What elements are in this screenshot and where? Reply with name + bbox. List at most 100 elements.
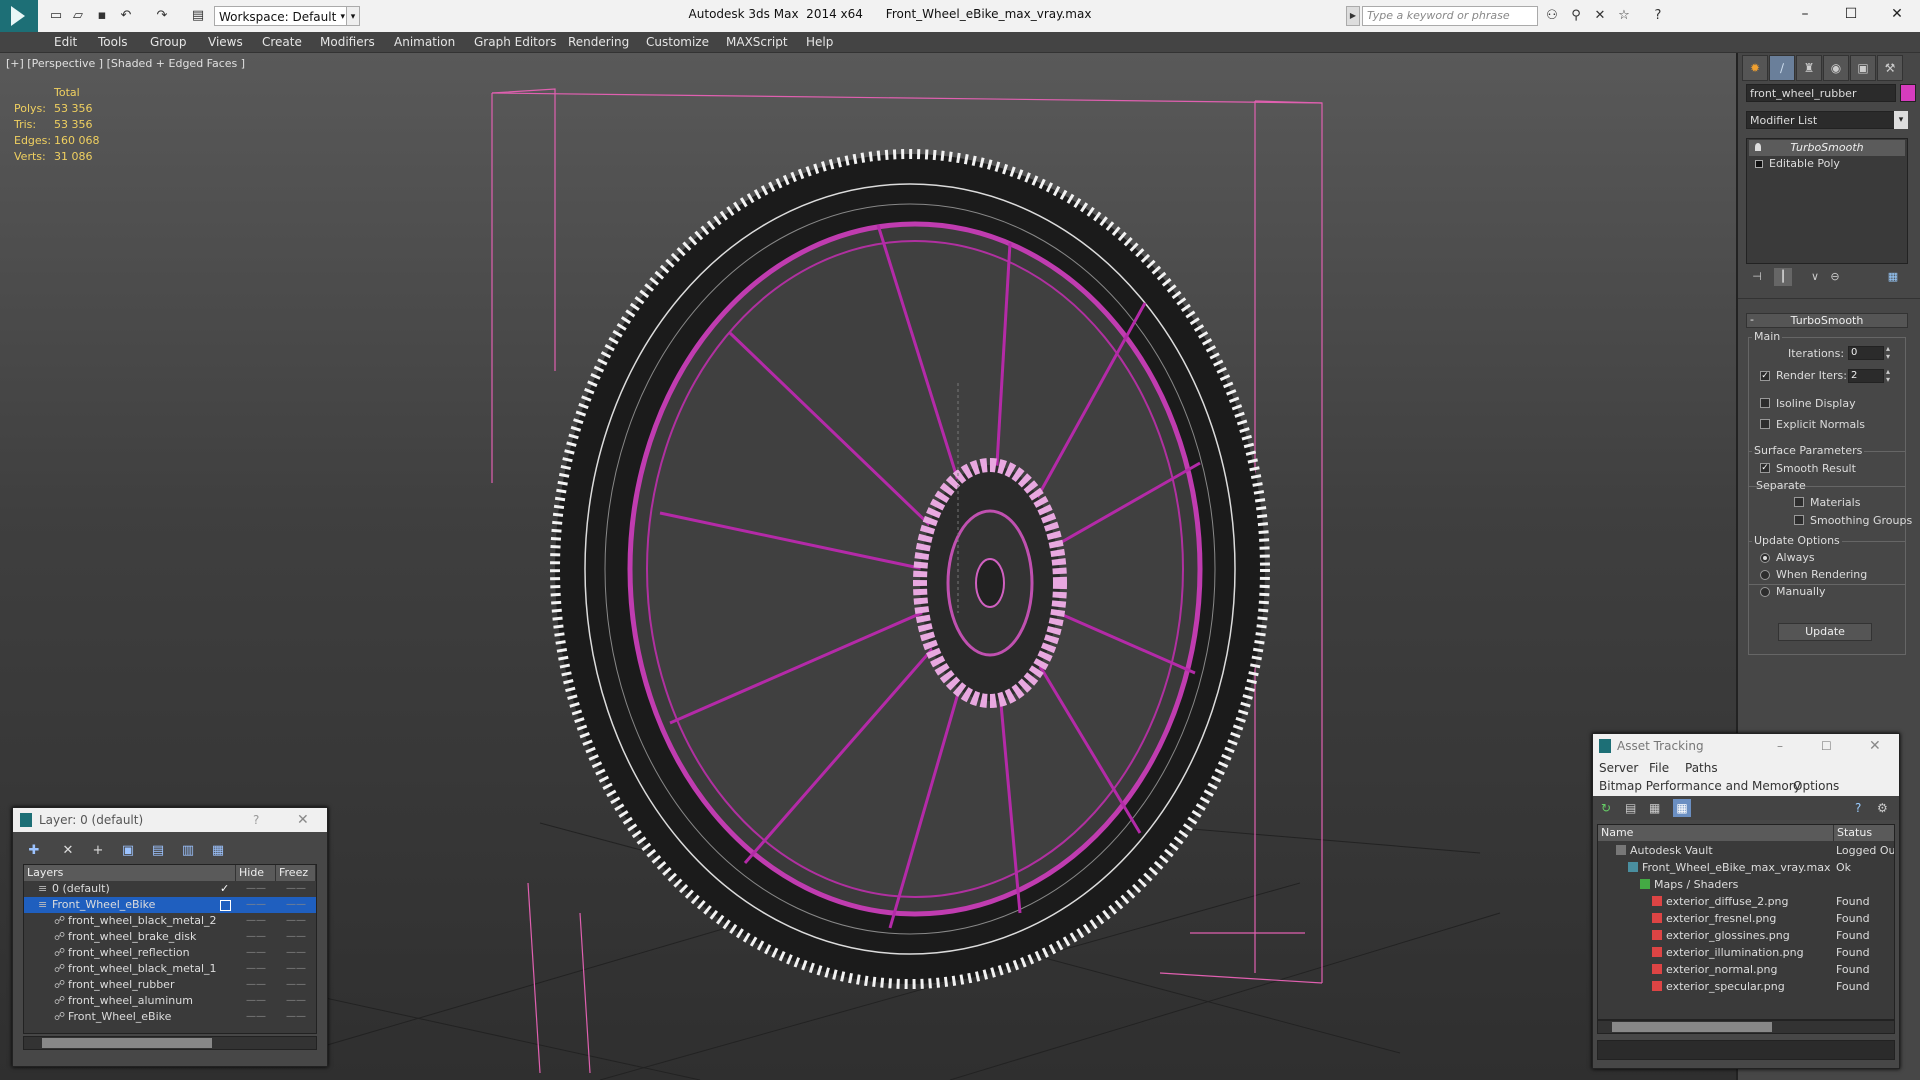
maximize-button[interactable]: ☐ (1828, 0, 1874, 28)
undo-icon[interactable]: ↶ (118, 8, 134, 24)
chevron-down-icon[interactable]: ▾ (1894, 111, 1908, 129)
materials-checkbox[interactable] (1794, 497, 1804, 507)
asset-row[interactable]: exterior_specular.png Found (1598, 978, 1894, 995)
create-layer-icon[interactable]: ✚ (25, 842, 43, 860)
hide-toggle[interactable]: —— (246, 913, 266, 929)
highlight-layer-icon[interactable]: ▤ (149, 842, 167, 860)
save-icon[interactable]: ▪ (94, 8, 110, 24)
current-layer-check-icon[interactable]: ✓ (220, 881, 229, 897)
close-icon[interactable]: ✕ (1869, 734, 1881, 758)
column-header-freeze[interactable]: Freez (276, 865, 316, 881)
minimize-button[interactable]: – (1782, 0, 1828, 28)
add-to-layer-icon[interactable]: + (89, 842, 107, 860)
hide-toggle[interactable]: —— (246, 929, 266, 945)
spinner-arrows-icon[interactable]: ▴ ▾ (1886, 368, 1890, 384)
layer-row[interactable]: ☍ front_wheel_brake_disk —— —— (24, 929, 316, 945)
asset-row[interactable]: Front_Wheel_eBike_max_vray.max Ok (1598, 859, 1894, 876)
turbosmooth-rollout-header[interactable]: TurboSmooth (1746, 313, 1908, 328)
menu-animation[interactable]: Animation (394, 32, 455, 52)
pin-stack-icon[interactable]: ⊣ (1748, 268, 1766, 286)
freeze-toggle[interactable]: —— (286, 993, 306, 1009)
hierarchy-tab-icon[interactable]: ♜ (1796, 55, 1822, 81)
hide-toggle[interactable]: —— (246, 897, 266, 913)
layer-dialog-titlebar[interactable]: Layer: 0 (default) ? ✕ (13, 808, 327, 832)
menu-help[interactable]: Help (806, 32, 833, 52)
freeze-toggle[interactable]: —— (286, 881, 306, 897)
expand-icon[interactable] (1755, 160, 1763, 168)
viewport-label[interactable]: [+] [Perspective ] [Shaded + Edged Faces… (6, 57, 245, 70)
close-button[interactable]: ✕ (1874, 0, 1920, 28)
communication-icon[interactable]: ✕ (1592, 8, 1608, 24)
help-icon[interactable]: ? (1855, 801, 1869, 815)
hide-toggle[interactable]: —— (246, 961, 266, 977)
asset-row[interactable]: exterior_normal.png Found (1598, 961, 1894, 978)
menu-rendering[interactable]: Rendering (568, 32, 629, 52)
spinner-arrows-icon[interactable]: ▴ ▾ (1886, 345, 1890, 361)
freeze-toggle[interactable]: —— (286, 961, 306, 977)
search-input[interactable]: Type a keyword or phrase (1362, 6, 1538, 26)
asset-menu-paths[interactable]: Paths (1685, 761, 1718, 775)
layer-row[interactable]: ☍ front_wheel_black_metal_2 —— —— (24, 913, 316, 929)
manually-radio[interactable] (1760, 587, 1770, 597)
render-iters-spinner[interactable]: 2 (1848, 369, 1884, 383)
menu-tools[interactable]: Tools (98, 32, 128, 52)
lightbulb-icon[interactable] (1755, 143, 1761, 151)
stack-item-editable-poly[interactable]: Editable Poly (1749, 156, 1905, 172)
layer-row[interactable]: ☍ front_wheel_black_metal_1 —— —— (24, 961, 316, 977)
freeze-toggle[interactable]: —— (286, 913, 306, 929)
open-file-icon[interactable]: ▱ (70, 8, 86, 24)
freeze-toggle[interactable]: —— (286, 945, 306, 961)
asset-row[interactable]: exterior_fresnel.png Found (1598, 910, 1894, 927)
rollout-collapse-icon[interactable]: - (1750, 313, 1754, 326)
workspace-select[interactable]: Workspace: Default ▾ (214, 6, 348, 26)
binoculars-icon[interactable]: ⚇ (1544, 8, 1560, 24)
isoline-display-checkbox[interactable] (1760, 398, 1770, 408)
hide-all-icon[interactable]: ▥ (179, 842, 197, 860)
hide-toggle[interactable]: —— (246, 977, 266, 993)
iterations-spinner[interactable]: 0 (1848, 346, 1884, 360)
object-name-field[interactable]: front_wheel_rubber (1746, 84, 1896, 102)
modifier-list-dropdown[interactable]: Modifier List (1746, 111, 1908, 129)
column-header-name[interactable]: Name (1598, 825, 1834, 841)
help-icon[interactable]: ? (253, 808, 259, 832)
asset-row[interactable]: exterior_diffuse_2.png Found (1598, 893, 1894, 910)
new-file-icon[interactable]: ▭ (48, 8, 64, 24)
object-color-swatch[interactable] (1900, 84, 1916, 102)
motion-tab-icon[interactable]: ◉ (1823, 55, 1849, 81)
make-unique-icon[interactable]: ∨ (1806, 268, 1824, 286)
menu-edit[interactable]: Edit (54, 32, 77, 52)
freeze-toggle[interactable]: —— (286, 929, 306, 945)
layer-row[interactable]: ☍ front_wheel_aluminum —— —— (24, 993, 316, 1009)
layer-row[interactable]: ≡ 0 (default) —— —— ✓ (24, 881, 316, 897)
hide-toggle[interactable]: —— (246, 993, 266, 1009)
show-end-result-icon[interactable]: ┃ (1774, 268, 1792, 286)
layer-row[interactable]: ☍ front_wheel_reflection —— —— (24, 945, 316, 961)
redo-icon[interactable]: ↷ (154, 8, 170, 24)
menu-views[interactable]: Views (208, 32, 243, 52)
settings-icon[interactable]: ⚙ (1877, 801, 1891, 815)
search-expand-icon[interactable]: ▶ (1346, 6, 1360, 26)
freeze-toggle[interactable]: —— (286, 897, 306, 913)
menu-create[interactable]: Create (262, 32, 302, 52)
maximize-icon[interactable]: ☐ (1821, 734, 1832, 758)
minimize-icon[interactable]: – (1777, 734, 1783, 758)
layer-row[interactable]: ≡ Front_Wheel_eBike —— —— (24, 897, 316, 913)
asset-menu-file[interactable]: File (1649, 761, 1669, 775)
configure-sets-icon[interactable]: ▦ (1884, 268, 1902, 286)
set-current-box-icon[interactable] (220, 900, 231, 911)
smoothing-groups-checkbox[interactable] (1794, 515, 1804, 525)
explicit-normals-checkbox[interactable] (1760, 419, 1770, 429)
list-view-icon[interactable]: ▤ (1625, 801, 1639, 815)
close-icon[interactable]: ✕ (297, 808, 309, 832)
asset-path-field[interactable] (1597, 1040, 1895, 1060)
column-header-layers[interactable]: Layers (24, 865, 236, 881)
favorites-icon[interactable]: ☆ (1616, 8, 1632, 24)
asset-menu-bitmap-performance[interactable]: Bitmap Performance and Memory (1599, 779, 1801, 793)
column-header-status[interactable]: Status (1834, 825, 1894, 841)
menu-graph-editors[interactable]: Graph Editors (474, 32, 556, 52)
app-logo-icon[interactable] (0, 0, 38, 32)
utilities-tab-icon[interactable]: ⚒ (1877, 55, 1903, 81)
modify-tab-icon[interactable]: ∕ (1769, 55, 1795, 81)
asset-menu-server[interactable]: Server (1599, 761, 1638, 775)
stack-item-turbosmooth[interactable]: TurboSmooth (1749, 140, 1905, 156)
